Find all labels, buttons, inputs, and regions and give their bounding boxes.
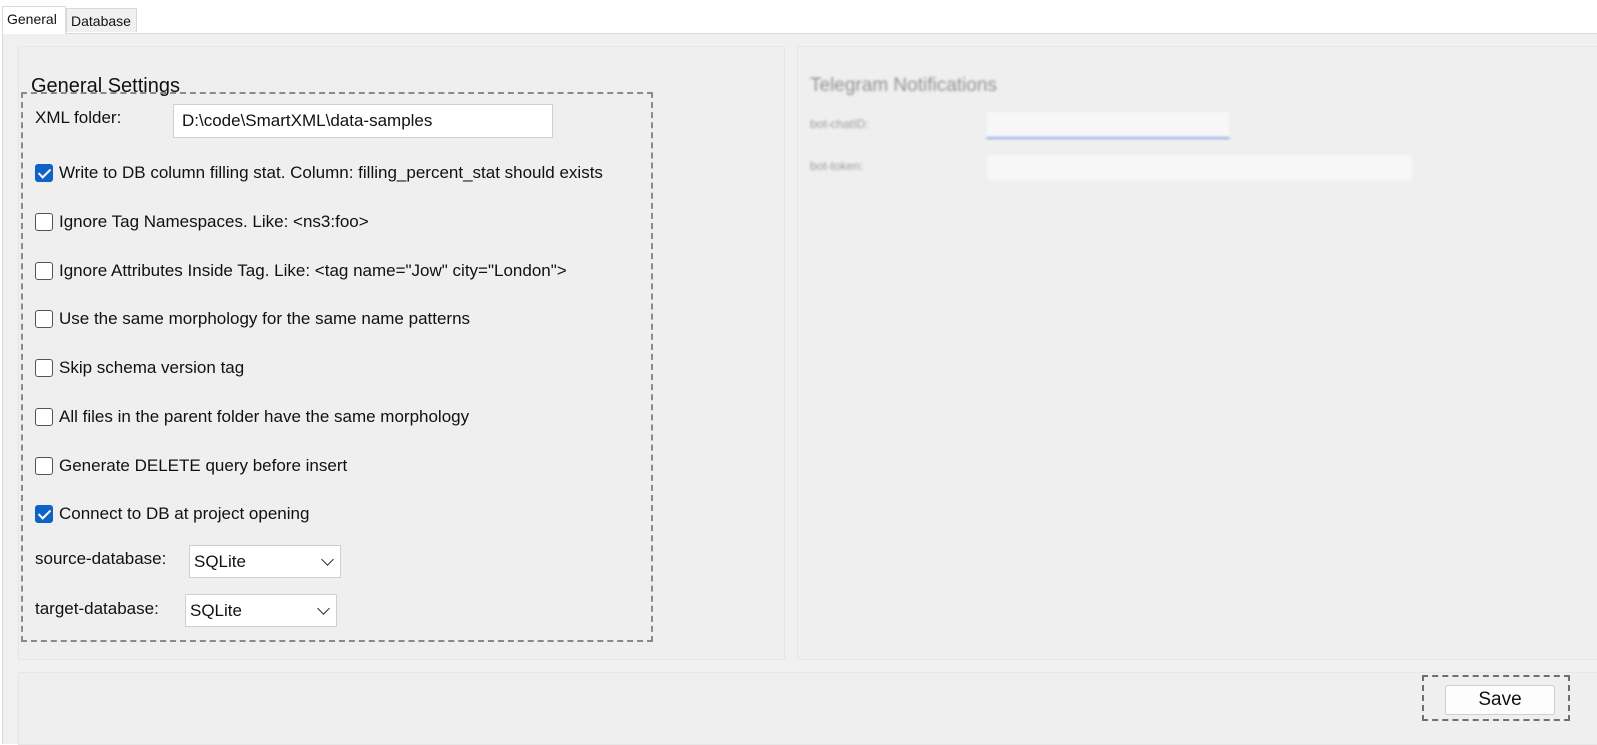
xml-folder-label: XML folder: — [35, 108, 122, 127]
settings-group: XML folder: D:\code\SmartXML\data-sample… — [21, 92, 653, 642]
bot-token-label: bot-token: — [810, 159, 864, 173]
bot-chat-id-input[interactable] — [986, 111, 1230, 139]
tab-database[interactable]: Database — [66, 8, 137, 32]
option-label: Ignore Attributes Inside Tag. Like: <tag… — [59, 261, 567, 280]
tab-general[interactable]: General — [2, 6, 66, 34]
source-database-label: source-database: — [35, 549, 167, 568]
save-button[interactable]: Save — [1445, 685, 1555, 715]
option-label: Ignore Tag Namespaces. Like: <ns3:foo> — [59, 212, 369, 231]
checkbox[interactable] — [35, 310, 53, 328]
option-label: Write to DB column filling stat. Column:… — [59, 163, 603, 182]
tab-content: General Settings XML folder: D:\code\Sma… — [2, 33, 1597, 745]
option-label: Connect to DB at project opening — [59, 504, 310, 523]
option-skip-schema-version-tag[interactable]: Skip schema version tag — [35, 357, 244, 379]
source-database-value: SQLite — [194, 552, 246, 571]
option-write-filling-stat[interactable]: Write to DB column filling stat. Column:… — [35, 162, 603, 184]
telegram-notifications-panel: Telegram Notifications bot-chatID: bot-t… — [797, 46, 1597, 660]
option-same-morphology-name-patterns[interactable]: Use the same morphology for the same nam… — [35, 308, 470, 330]
option-label: All files in the parent folder have the … — [59, 407, 470, 426]
source-database-select[interactable]: SQLite — [189, 545, 341, 578]
checkbox[interactable] — [35, 359, 53, 377]
chevron-down-icon — [321, 553, 334, 566]
general-settings-panel: General Settings XML folder: D:\code\Sma… — [18, 46, 785, 660]
tab-strip: General Database — [0, 6, 1597, 34]
option-label: Use the same morphology for the same nam… — [59, 309, 471, 328]
option-ignore-attributes[interactable]: Ignore Attributes Inside Tag. Like: <tag… — [35, 260, 567, 282]
bot-chat-id-label: bot-chatID: — [810, 117, 869, 131]
checkbox[interactable] — [35, 262, 53, 280]
target-database-value: SQLite — [190, 601, 242, 620]
save-focus-outline: Save — [1422, 675, 1570, 721]
checkbox[interactable] — [35, 408, 53, 426]
target-database-label: target-database: — [35, 599, 159, 618]
option-ignore-tag-namespaces[interactable]: Ignore Tag Namespaces. Like: <ns3:foo> — [35, 211, 369, 233]
option-connect-db-at-opening[interactable]: Connect to DB at project opening — [35, 503, 309, 525]
checkbox[interactable] — [35, 457, 53, 475]
target-database-select[interactable]: SQLite — [185, 594, 337, 627]
footer-bar: Save — [18, 672, 1597, 745]
xml-folder-input[interactable]: D:\code\SmartXML\data-samples — [173, 104, 553, 138]
checkbox[interactable] — [35, 505, 53, 523]
option-label: Skip schema version tag — [59, 358, 245, 377]
option-parent-folder-same-morphology[interactable]: All files in the parent folder have the … — [35, 406, 469, 428]
telegram-title: Telegram Notifications — [810, 75, 997, 96]
chevron-down-icon — [317, 602, 330, 615]
checkbox[interactable] — [35, 164, 53, 182]
option-label: Generate DELETE query before insert — [59, 456, 348, 475]
bot-token-input[interactable] — [986, 154, 1413, 181]
option-generate-delete-query[interactable]: Generate DELETE query before insert — [35, 455, 347, 477]
checkbox[interactable] — [35, 213, 53, 231]
